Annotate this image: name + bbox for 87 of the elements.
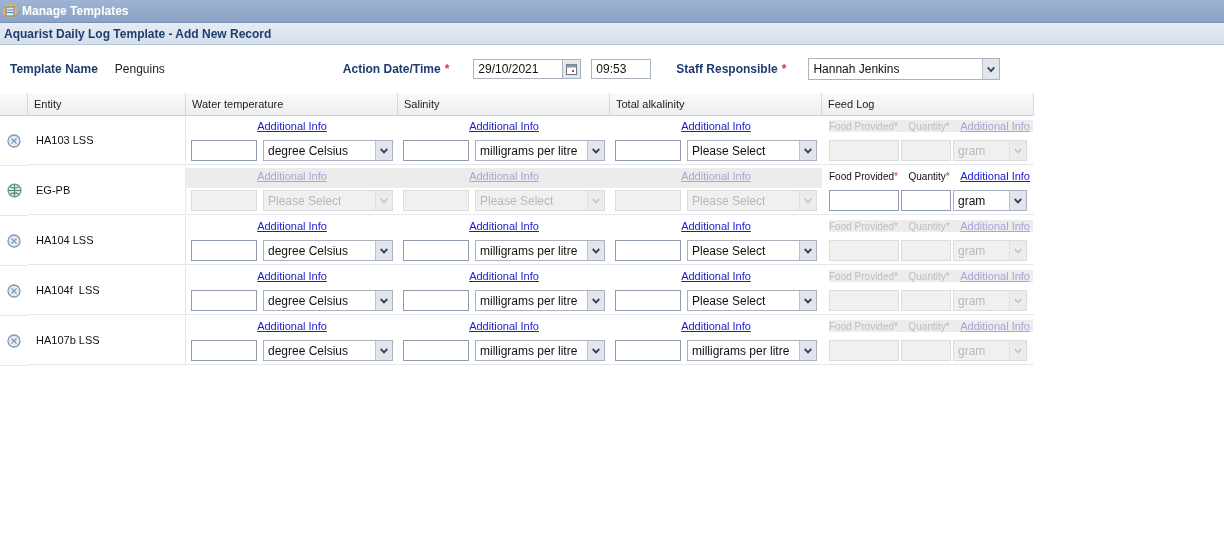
staff-select[interactable]: Hannah Jenkins <box>808 58 1001 80</box>
required-mark: * <box>444 62 450 76</box>
column-header: Water temperature <box>186 93 398 116</box>
caret-icon <box>375 141 392 160</box>
additional-info-link[interactable]: Additional Info <box>469 320 539 332</box>
caret-icon <box>375 191 392 210</box>
window-title: Manage Templates <box>22 4 129 18</box>
unit-select[interactable]: degree Celsius <box>263 340 393 361</box>
cross-circle-icon <box>7 333 21 348</box>
caret-icon <box>1009 141 1026 160</box>
caret-icon <box>799 191 816 210</box>
additional-info-link[interactable]: Additional Info <box>681 120 751 132</box>
caret-icon <box>799 141 816 160</box>
food-input[interactable] <box>829 190 899 211</box>
additional-info-link[interactable]: Additional Info <box>469 270 539 282</box>
caret-icon <box>587 291 604 310</box>
unit-select[interactable]: Please Select <box>687 240 817 261</box>
additional-info-link[interactable]: Additional Info <box>960 170 1030 182</box>
cross-circle-icon <box>7 133 21 148</box>
value-input[interactable] <box>191 340 257 361</box>
value-input[interactable] <box>615 340 681 361</box>
caret-icon <box>375 341 392 360</box>
caret-icon <box>375 291 392 310</box>
required-mark: * <box>781 62 787 76</box>
column-header: Feed Log <box>822 93 1034 116</box>
caret-icon <box>1009 191 1026 210</box>
globe-icon <box>6 183 22 198</box>
template-name-value: Penguins <box>114 62 165 76</box>
value-input[interactable] <box>191 290 257 311</box>
additional-info-link[interactable]: Additional Info <box>681 220 751 232</box>
caret-icon <box>799 291 816 310</box>
additional-info-link[interactable]: Additional Info <box>469 220 539 232</box>
caret-icon <box>587 241 604 260</box>
additional-info-link[interactable]: Additional Info <box>257 220 327 232</box>
time-field[interactable]: 09:53 <box>591 59 652 79</box>
additional-info-link[interactable]: Additional Info <box>257 120 327 132</box>
caret-icon <box>587 341 604 360</box>
cross-circle-icon <box>7 233 21 248</box>
additional-info-link[interactable]: Additional Info <box>681 270 751 282</box>
app-icon <box>2 3 18 19</box>
value-input[interactable] <box>191 240 257 261</box>
unit-select[interactable]: milligrams per litre <box>475 290 605 311</box>
page-subtitle: Aquarist Daily Log Template - Add New Record <box>4 26 272 41</box>
additional-info-link[interactable]: Additional Info <box>257 320 327 332</box>
value-input[interactable] <box>403 140 469 161</box>
caret-icon <box>1009 291 1026 310</box>
caret-icon <box>1009 241 1026 260</box>
value-input[interactable] <box>191 140 257 161</box>
unit-select[interactable]: degree Celsius <box>263 140 393 161</box>
additional-info-link[interactable]: Additional Info <box>469 120 539 132</box>
date-field[interactable]: 29/10/2021 <box>473 59 582 79</box>
value-input[interactable] <box>615 140 681 161</box>
unit-select[interactable]: Please Select <box>687 290 817 311</box>
value-input[interactable] <box>615 240 681 261</box>
unit-select[interactable]: degree Celsius <box>263 290 393 311</box>
unit-select[interactable]: milligrams per litre <box>475 240 605 261</box>
action-date-label: Action Date/Time <box>342 62 441 76</box>
calendar-icon[interactable] <box>566 63 578 75</box>
caret-icon <box>799 341 816 360</box>
food-provided-label: Food Provided* <box>829 170 898 182</box>
unit-select[interactable]: Please Select <box>687 140 817 161</box>
unit-select[interactable]: milligrams per litre <box>687 340 817 361</box>
unit-select[interactable]: degree Celsius <box>263 240 393 261</box>
template-name-label: Template Name <box>10 62 98 76</box>
column-header: Salinity <box>398 93 610 116</box>
staff-label: Staff Responsible <box>676 62 778 76</box>
unit-select[interactable]: milligrams per litre <box>475 140 605 161</box>
column-header: Total alkalinity <box>610 93 822 116</box>
additional-info-link[interactable]: Additional Info <box>257 270 327 282</box>
unit-select[interactable]: gram <box>953 190 1027 211</box>
value-input[interactable] <box>403 290 469 311</box>
caret-icon <box>587 191 604 210</box>
caret-icon <box>982 59 1000 79</box>
value-input[interactable] <box>403 240 469 261</box>
caret-icon <box>799 241 816 260</box>
value-input[interactable] <box>403 340 469 361</box>
additional-info-link[interactable]: Additional Info <box>681 320 751 332</box>
column-header: Entity <box>28 93 186 116</box>
column-header <box>0 93 28 116</box>
quantity-input[interactable] <box>901 190 951 211</box>
value-input[interactable] <box>615 290 681 311</box>
caret-icon <box>1009 341 1026 360</box>
caret-icon <box>587 141 604 160</box>
unit-select[interactable]: milligrams per litre <box>475 340 605 361</box>
quantity-label: Quantity* <box>908 170 950 182</box>
caret-icon <box>375 241 392 260</box>
cross-circle-icon <box>7 283 21 298</box>
